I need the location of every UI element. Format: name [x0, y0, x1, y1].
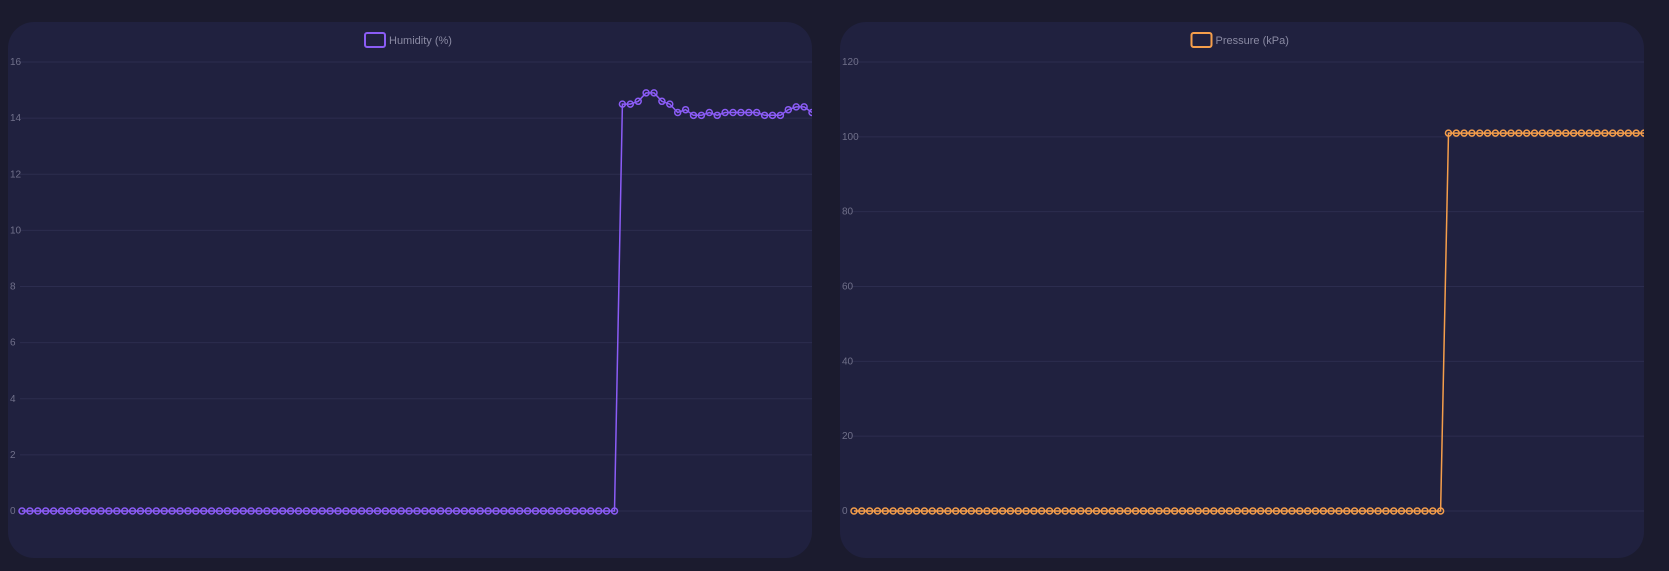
- legend-label: Pressure (kPa): [1216, 35, 1289, 47]
- y-tick-label: 16: [10, 57, 22, 68]
- humidity-series-line: [22, 92, 812, 512]
- y-tick-label: 100: [842, 132, 859, 143]
- pressure-chart-panel: 0 20 40 60 80 100 120 Pressure (kPa): [840, 22, 1644, 558]
- y-tick-label: 6: [10, 338, 16, 349]
- y-tick-label: 60: [842, 282, 854, 293]
- y-tick-label: 2: [10, 450, 16, 461]
- y-tick-label: 8: [10, 282, 16, 293]
- pressure-series-line: [854, 132, 1644, 512]
- y-tick-label: 40: [842, 356, 854, 367]
- legend-label: Humidity (%): [389, 35, 452, 47]
- pressure-chart: 0 20 40 60 80 100 120 Pressure (kPa): [842, 32, 1644, 517]
- legend-swatch: [364, 32, 386, 48]
- humidity-chart: 0 2 4 6 8 10 12 14 16 Humidity (%): [10, 32, 812, 517]
- y-tick-label: 12: [10, 169, 22, 180]
- y-tick-label: 80: [842, 207, 854, 218]
- y-tick-label: 10: [10, 225, 22, 236]
- y-tick-label: 0: [10, 506, 16, 517]
- y-tick-label: 14: [10, 113, 22, 124]
- y-tick-label: 120: [842, 57, 859, 68]
- y-tick-label: 0: [842, 506, 848, 517]
- y-tick-label: 4: [10, 394, 16, 405]
- humidity-chart-panel: 0 2 4 6 8 10 12 14 16 Humidity (%): [8, 22, 812, 558]
- legend-swatch: [1190, 32, 1213, 48]
- y-tick-label: 20: [842, 431, 854, 442]
